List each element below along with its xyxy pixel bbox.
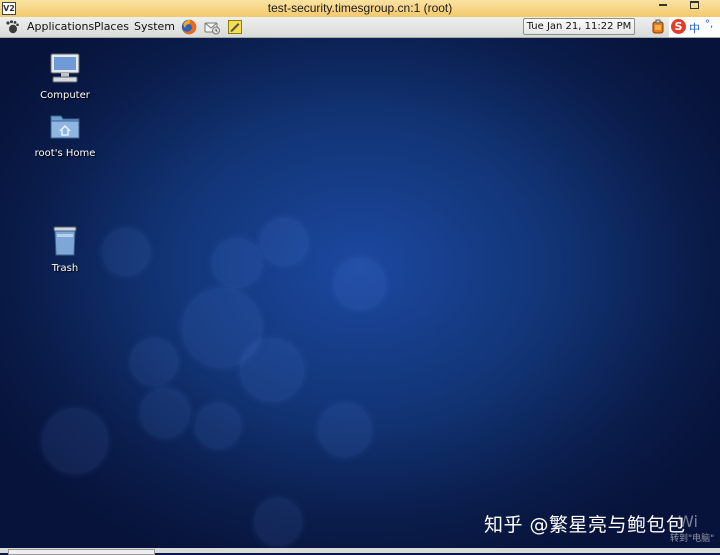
bokeh-decoration <box>42 408 108 474</box>
desktop-icon-label: Computer <box>40 90 90 101</box>
bokeh-decoration <box>240 338 304 402</box>
top-panel: Applications Places System Tue Jan 21, 1… <box>0 17 720 38</box>
ime-punctuation: °, <box>705 19 714 30</box>
bokeh-decoration <box>260 218 308 266</box>
mail-icon[interactable] <box>204 19 220 35</box>
input-method-indicator[interactable]: S 中 °, <box>669 17 720 37</box>
menu-applications[interactable]: Applications <box>27 20 94 33</box>
sogou-logo-icon: S <box>671 19 686 34</box>
bokeh-decoration <box>102 228 150 276</box>
gnome-foot-icon[interactable] <box>5 20 19 34</box>
bokeh-decoration <box>212 238 262 288</box>
minimize-button[interactable] <box>652 0 674 8</box>
desktop-icon-computer[interactable]: Computer <box>25 52 105 101</box>
desktop-icon-label: Trash <box>51 263 79 274</box>
bokeh-decoration <box>254 498 302 546</box>
menu-system[interactable]: System <box>134 20 175 33</box>
home-folder-icon <box>50 115 80 139</box>
desktop-background: Computer root's Home Trash 知乎 @繁星亮与鲍包包 W… <box>0 38 720 553</box>
alert-icon[interactable] <box>651 19 665 35</box>
trash-icon <box>53 226 77 256</box>
desktop-icon-label: root's Home <box>34 148 96 159</box>
bokeh-decoration <box>334 258 386 310</box>
vnc-titlebar[interactable]: V2 test-security.timesgroup.cn:1 (root) <box>0 0 720 18</box>
bokeh-decoration <box>130 338 178 386</box>
menu-places[interactable]: Places <box>94 20 129 33</box>
activation-watermark-sub: 转到"电脑" <box>670 534 715 544</box>
taskbar-button[interactable] <box>8 549 155 555</box>
activation-watermark: Wi <box>678 512 698 531</box>
clock[interactable]: Tue Jan 21, 11:22 PM <box>523 18 635 35</box>
desktop-icon-home[interactable]: root's Home <box>25 110 105 159</box>
desktop-icon-trash[interactable]: Trash <box>25 225 105 274</box>
ime-language: 中 <box>689 22 700 35</box>
watermark-text: 知乎 @繁星亮与鲍包包 <box>484 514 686 536</box>
notes-icon[interactable] <box>227 19 243 35</box>
maximize-button[interactable] <box>684 0 706 9</box>
bokeh-decoration <box>318 403 372 457</box>
bokeh-decoration <box>195 403 241 449</box>
bokeh-decoration <box>140 388 190 438</box>
window-title: test-security.timesgroup.cn:1 (root) <box>267 1 453 15</box>
firefox-icon[interactable] <box>181 19 197 35</box>
computer-icon <box>50 53 80 83</box>
